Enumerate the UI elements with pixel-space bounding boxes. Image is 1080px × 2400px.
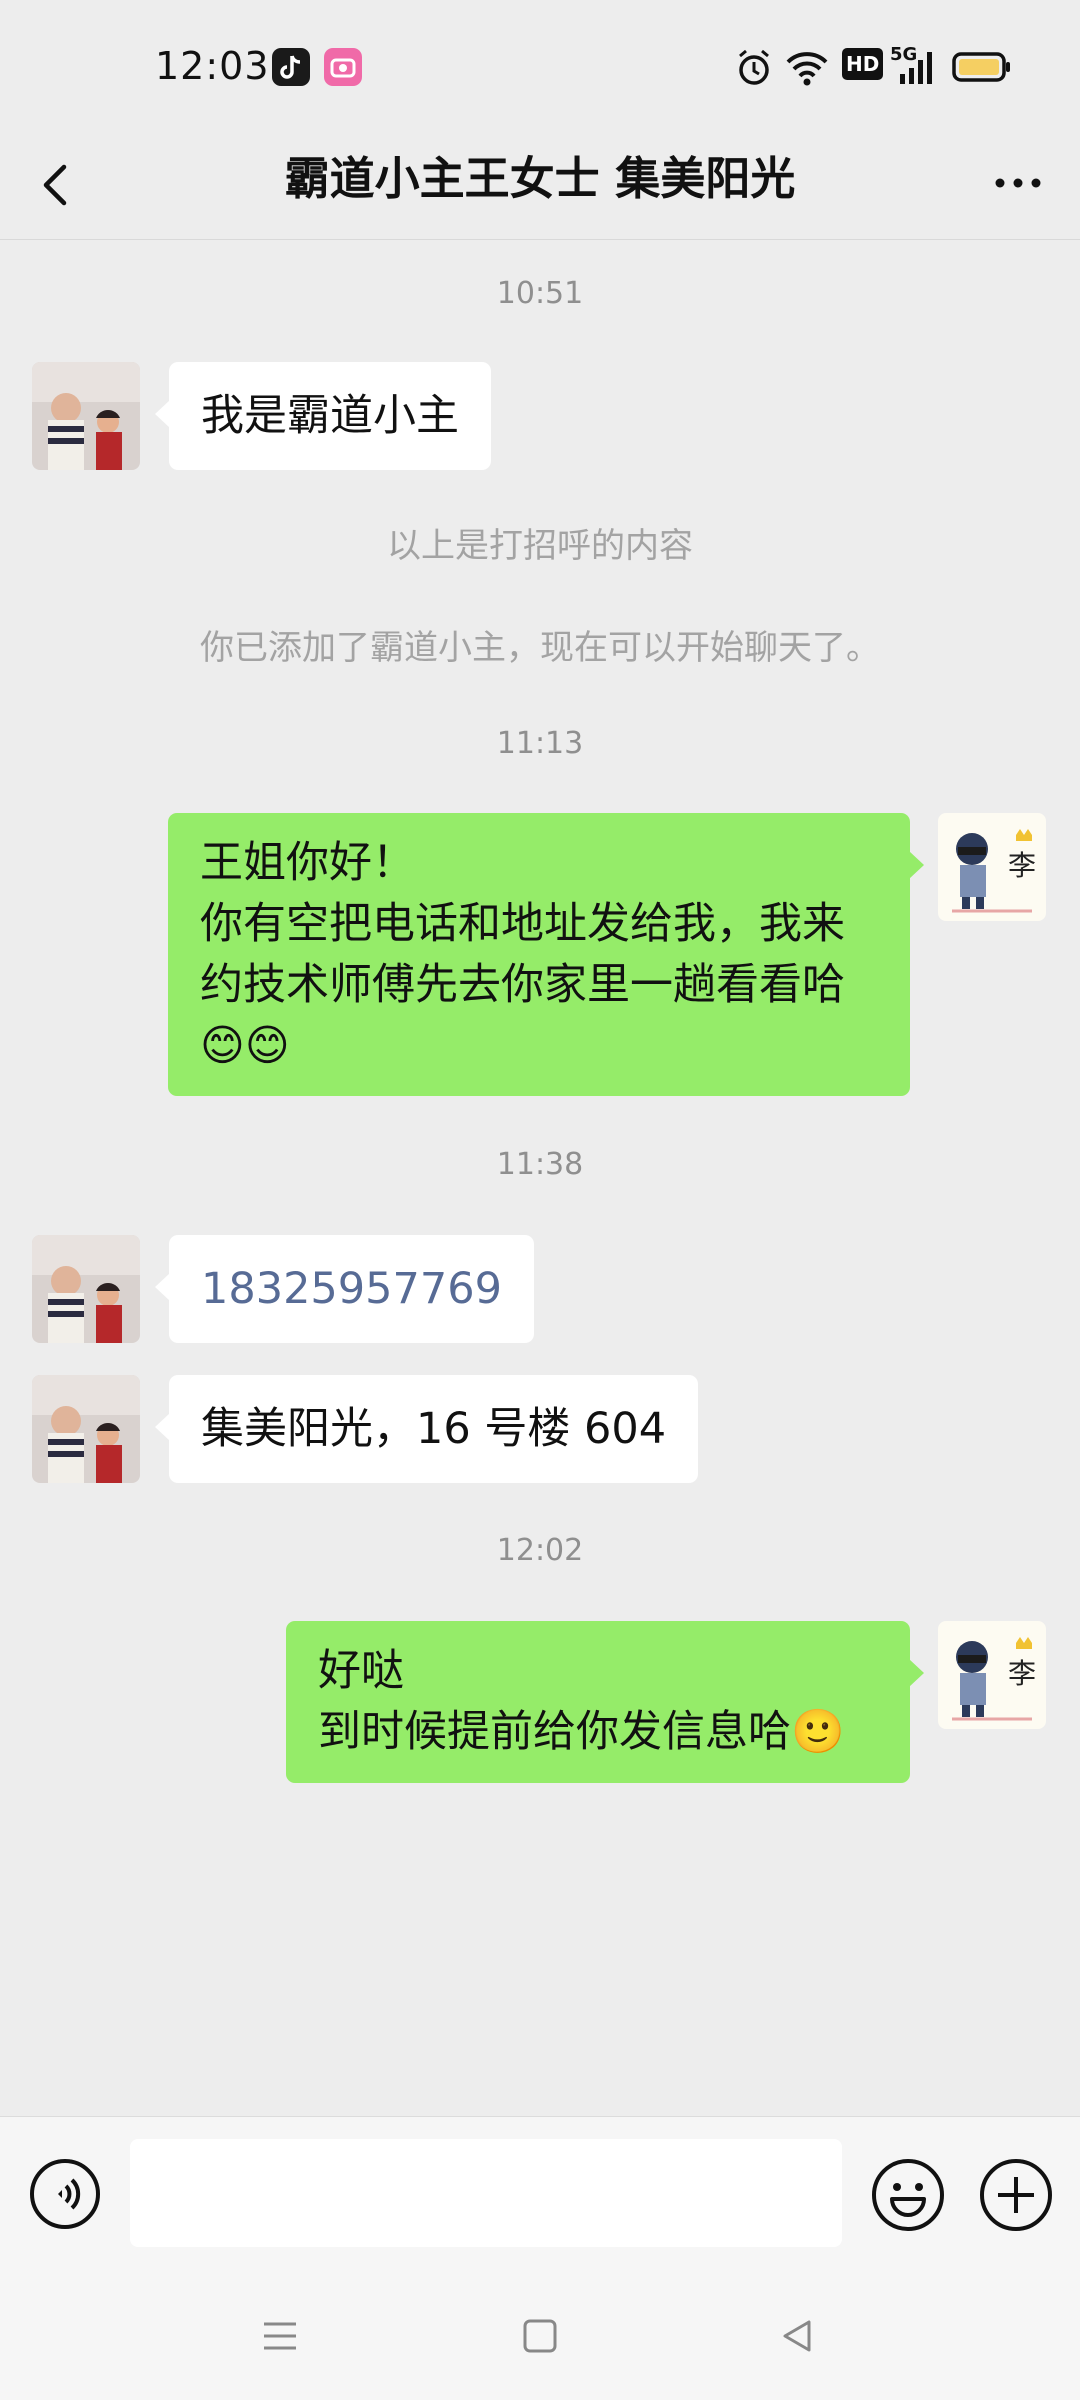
svg-text:李: 李 xyxy=(1008,1657,1036,1690)
timestamp: 10:51 xyxy=(496,276,584,311)
phone-number-link[interactable]: 18325957769 xyxy=(155,1235,534,1343)
system-nav-bar xyxy=(0,2286,1080,2400)
message-bubble-outgoing[interactable]: 王姐你好！ 你有空把电话和地址发给我，我来 约技术师傅先去你家里一趟看看哈 😊😊 xyxy=(168,813,924,1096)
back-triangle-icon[interactable] xyxy=(775,2314,819,2358)
wifi-icon xyxy=(785,48,829,92)
message-bubble-outgoing[interactable]: 好哒 到时候提前给你发信息哈🙂 xyxy=(286,1621,924,1783)
contact-avatar[interactable] xyxy=(32,1375,140,1483)
back-icon[interactable] xyxy=(34,150,74,220)
status-time: 12:03 xyxy=(155,44,270,88)
message-bubble-incoming[interactable]: 集美阳光，16 号楼 604 xyxy=(154,1375,699,1483)
signal-icon: 5G xyxy=(890,44,934,92)
contact-avatar[interactable] xyxy=(32,1235,140,1343)
system-message: 以上是打招呼的内容 xyxy=(387,526,693,566)
message-input[interactable] xyxy=(130,2139,842,2247)
home-icon[interactable] xyxy=(518,2314,562,2358)
svg-text:李: 李 xyxy=(1008,849,1036,882)
more-icon[interactable] xyxy=(986,158,1050,208)
system-message: 你已添加了霸道小主，现在可以开始聊天了。 xyxy=(200,628,880,668)
menu-icon[interactable] xyxy=(258,2314,302,2358)
status-bar: 12:03 HD 5G xyxy=(0,0,1080,136)
tiktok-icon xyxy=(272,48,310,86)
message-bubble-incoming[interactable]: 我是霸道小主 xyxy=(155,362,491,470)
chat-area[interactable]: 10:51 我是霸道小主 以上是打招呼的内容 你已添加了霸道小主，现在可以开始聊… xyxy=(0,240,1080,2116)
voice-icon[interactable] xyxy=(28,2157,102,2231)
plus-icon[interactable] xyxy=(978,2157,1054,2233)
network-type-label: 5G xyxy=(890,44,918,65)
my-avatar[interactable]: 李 xyxy=(938,813,1046,921)
timestamp: 11:38 xyxy=(496,1147,584,1182)
battery-icon xyxy=(952,48,1012,92)
emoji-icon[interactable] xyxy=(870,2157,946,2233)
my-avatar[interactable]: 李 xyxy=(938,1621,1046,1729)
chat-header: 霸道小主王女士 集美阳光 xyxy=(0,136,1080,240)
timestamp: 11:13 xyxy=(496,726,584,761)
input-bar xyxy=(0,2116,1080,2286)
timestamp: 12:02 xyxy=(496,1533,584,1568)
alarm-icon xyxy=(736,48,772,92)
chat-title: 霸道小主王女士 集美阳光 xyxy=(284,152,796,205)
contact-avatar[interactable] xyxy=(32,362,140,470)
hd-icon: HD xyxy=(842,48,884,80)
camera-app-icon xyxy=(324,48,362,86)
